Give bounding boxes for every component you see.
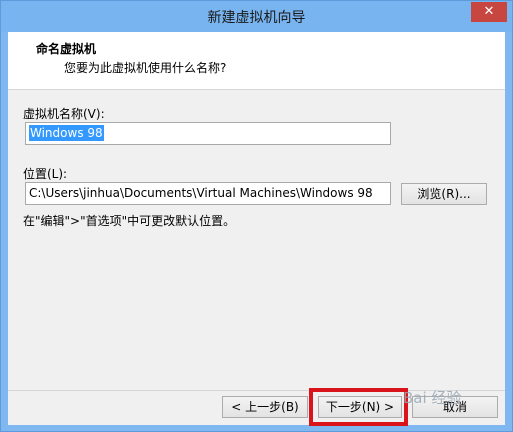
close-button[interactable]: ✕ — [471, 2, 507, 22]
page-title: 命名虚拟机 — [36, 42, 97, 56]
window-title: 新建虚拟机向导 — [207, 10, 306, 26]
location-input[interactable]: C:\Users\jinhua\Documents\Virtual Machin… — [25, 182, 391, 205]
page-subtitle: 您要为此虚拟机使用什么名称? — [64, 61, 227, 75]
baidu-watermark: Bai 经验 — [403, 389, 462, 407]
location-hint: 在"编辑">"首选项"中可更改默认位置。 — [23, 214, 236, 228]
close-icon: ✕ — [483, 4, 495, 19]
location-value: C:\Users\jinhua\Documents\Virtual Machin… — [29, 186, 373, 200]
vm-name-value: Windows 98 — [29, 125, 104, 141]
back-button[interactable]: < 上一步(B) — [222, 396, 308, 418]
location-label: 位置(L): — [23, 167, 68, 181]
browse-button[interactable]: 浏览(R)... — [401, 183, 487, 205]
vm-name-input[interactable]: Windows 98 — [25, 122, 391, 145]
wizard-client-area: 命名虚拟机 您要为此虚拟机使用什么名称? 虚拟机名称(V): Windows 9… — [8, 32, 505, 425]
title-bar[interactable]: 新建虚拟机向导 ✕ — [1, 1, 512, 32]
next-button-highlight — [309, 388, 408, 426]
wizard-header: 命名虚拟机 您要为此虚拟机使用什么名称? — [8, 32, 505, 90]
vm-name-label: 虚拟机名称(V): — [23, 107, 105, 121]
wizard-window: 新建虚拟机向导 ✕ 命名虚拟机 您要为此虚拟机使用什么名称? 虚拟机名称(V):… — [0, 0, 513, 432]
